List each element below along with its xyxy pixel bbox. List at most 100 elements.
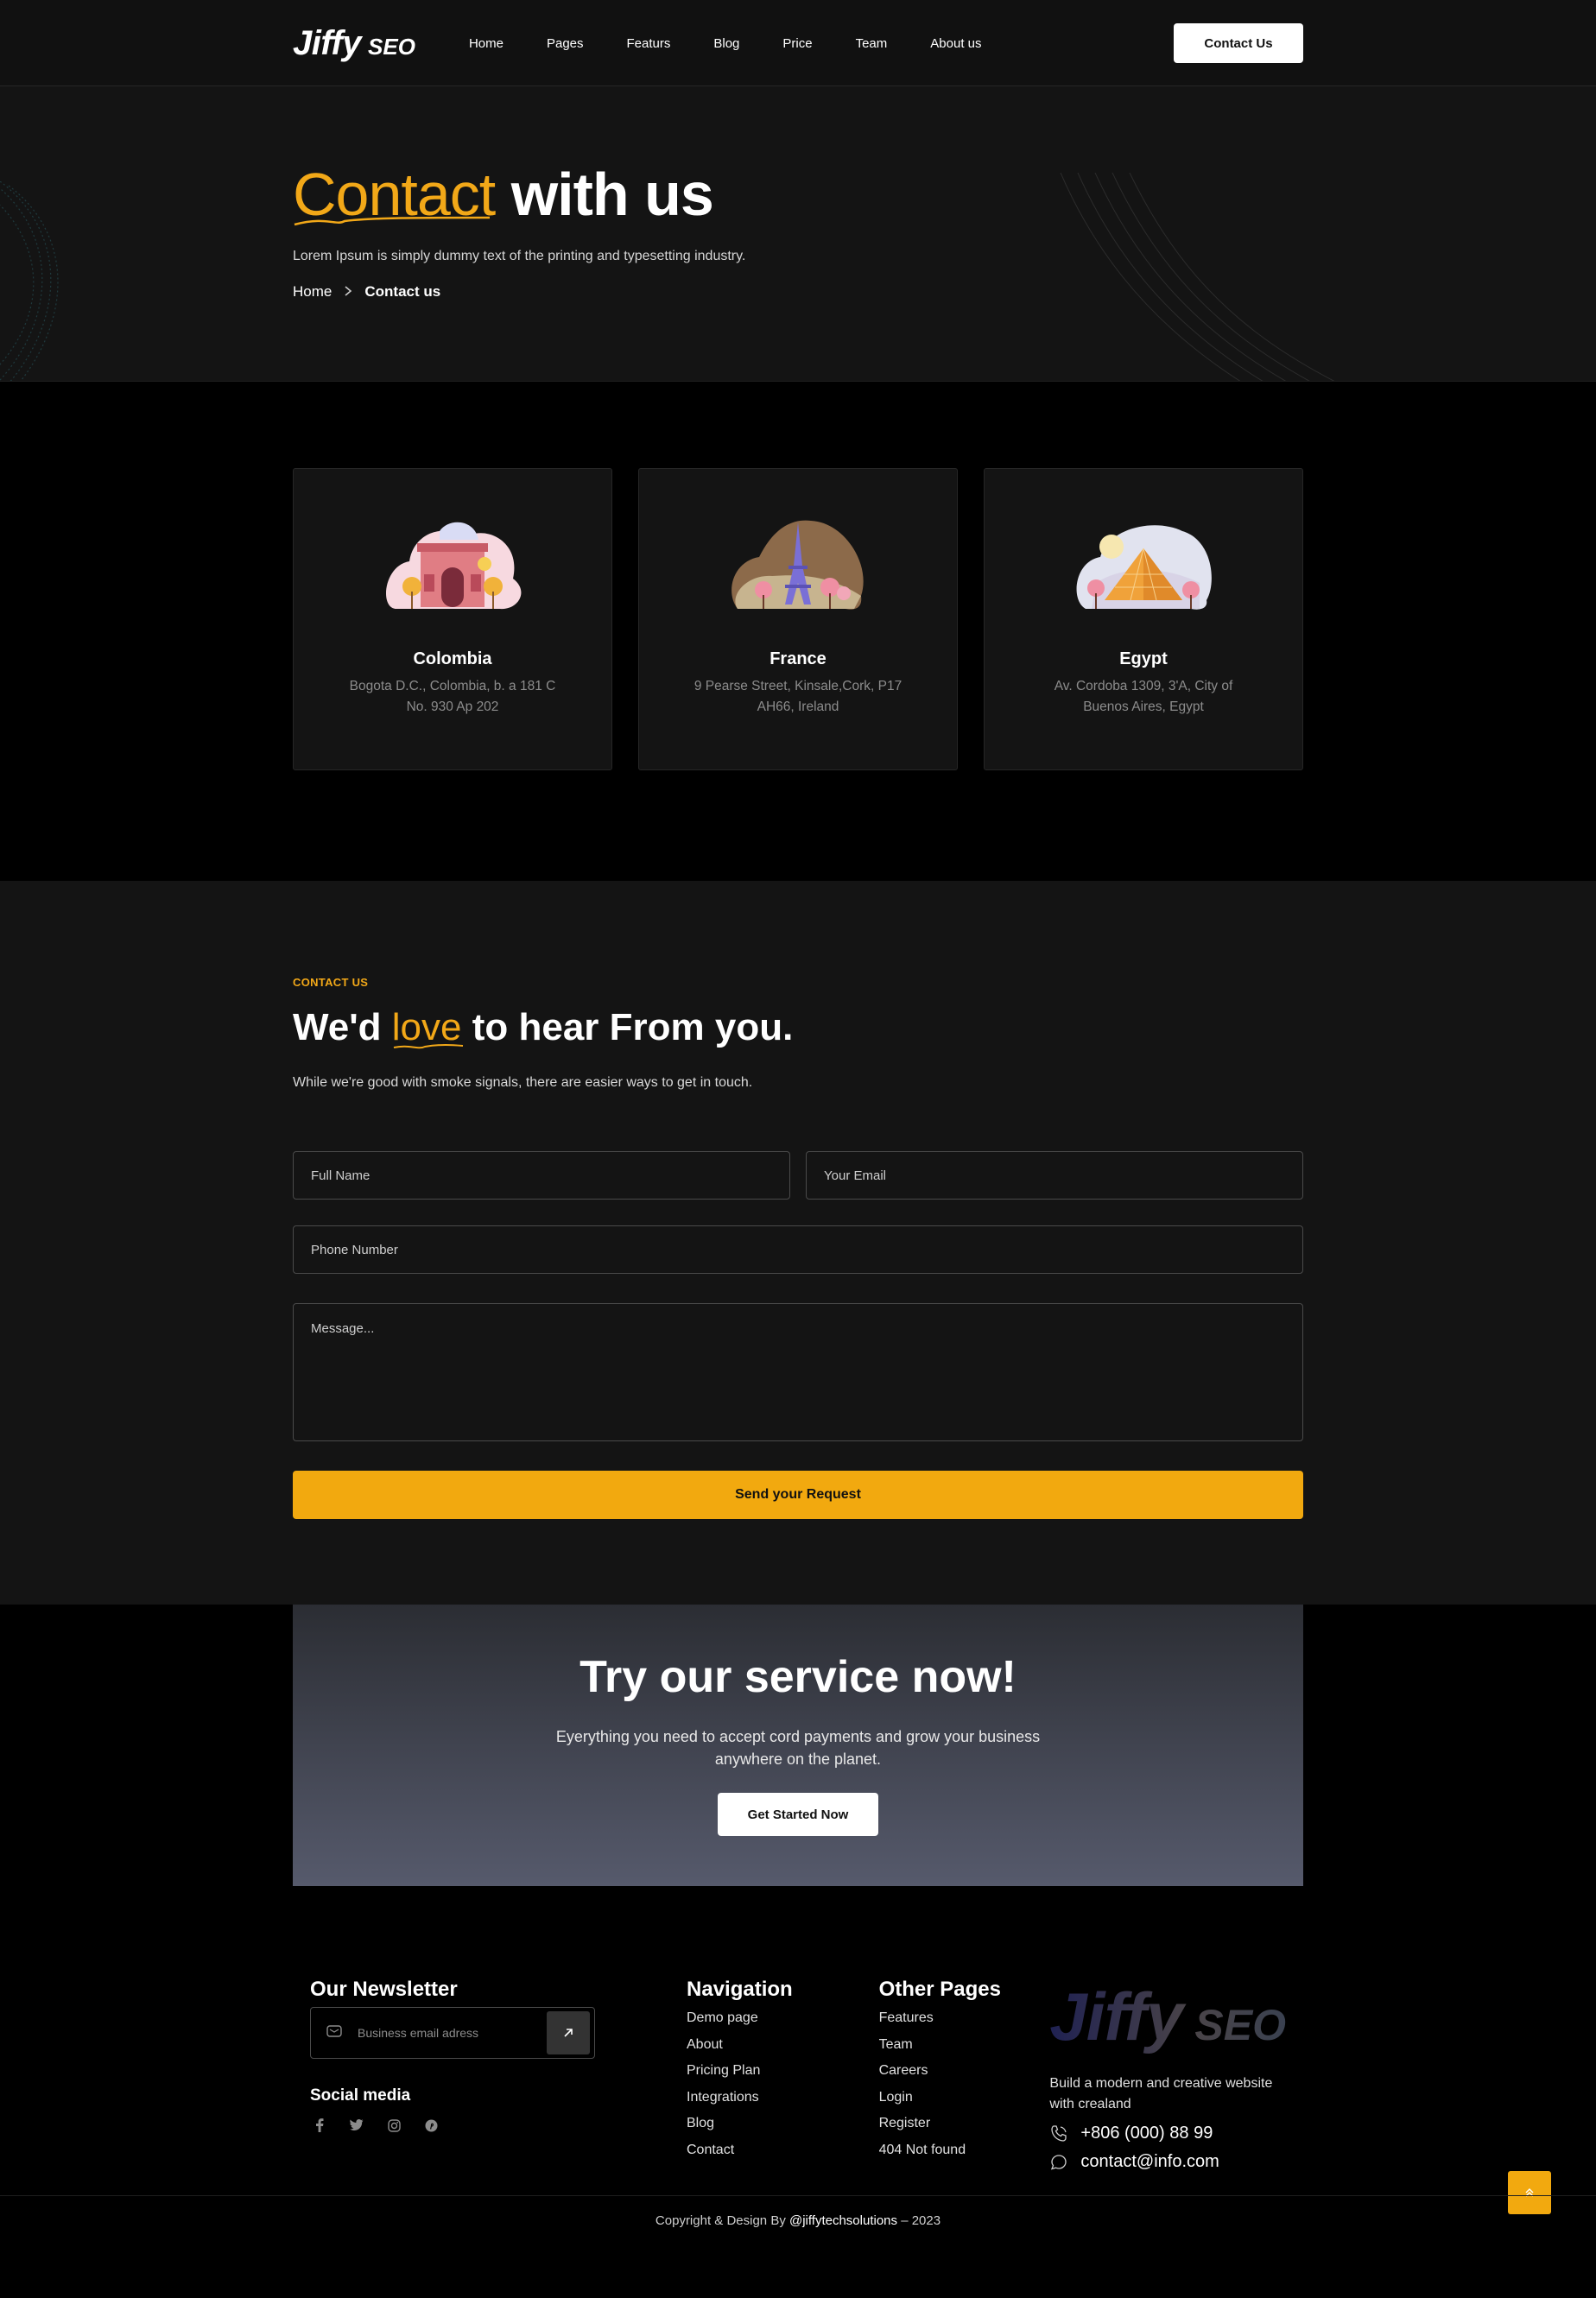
- location-card: Colombia Bogota D.C., Colombia, b. a 181…: [293, 468, 612, 770]
- other-pages-title: Other Pages: [878, 1978, 1001, 2001]
- nav-team[interactable]: Team: [856, 36, 888, 51]
- nav-blog[interactable]: Blog: [713, 36, 739, 51]
- footer-link-careers[interactable]: Careers: [879, 2058, 1050, 2085]
- arrow-up-right-icon: [564, 2029, 573, 2037]
- eiffel-tower-illustration-icon: [732, 520, 864, 610]
- arch-illustration-icon: [386, 522, 522, 610]
- breadcrumb-current: Contact us: [364, 283, 441, 300]
- footer-link-features[interactable]: Features: [879, 2005, 1050, 2032]
- location-country: Colombia: [413, 649, 492, 668]
- logo-sub: SEO: [368, 33, 415, 60]
- email-input[interactable]: [806, 1151, 1303, 1200]
- navigation-links: Demo page About Pricing Plan Integration…: [687, 2005, 879, 2163]
- pyramid-illustration-icon: [1076, 525, 1212, 610]
- message-textarea[interactable]: [293, 1303, 1303, 1441]
- email-address: contact@info.com: [1080, 2152, 1219, 2171]
- contact-title-post: to hear From you.: [472, 1006, 794, 1048]
- cta-banner: Try our service now! Eyerything you need…: [293, 1605, 1303, 1886]
- location-country: France: [770, 649, 826, 668]
- copyright-pre: Copyright & Design By: [655, 2213, 786, 2228]
- title-accent: Contact: [293, 164, 496, 226]
- nav-pages[interactable]: Pages: [547, 36, 584, 51]
- footer-logo-sub: SEO: [1194, 2001, 1286, 2049]
- logo[interactable]: Jiffy SEO: [293, 24, 415, 63]
- footer-link-register[interactable]: Register: [879, 2111, 1050, 2137]
- footer-link-pricing-plan[interactable]: Pricing Plan: [687, 2058, 879, 2085]
- contact-subtitle: While we're good with smoke signals, the…: [293, 1075, 753, 1090]
- decorative-wave-left: [0, 181, 59, 381]
- logo-main: Jiffy: [293, 23, 362, 62]
- footer-link-login[interactable]: Login: [879, 2085, 1050, 2111]
- footer-logo-main: Jiffy: [1049, 1978, 1183, 2054]
- nav-about[interactable]: About us: [930, 36, 981, 51]
- footer-link-contact[interactable]: Contact: [687, 2137, 879, 2164]
- footer-link-about[interactable]: About: [687, 2032, 879, 2059]
- chat-icon: [1051, 2154, 1067, 2169]
- contact-title-pre: We'd: [293, 1006, 382, 1048]
- send-request-button[interactable]: Send your Request: [293, 1471, 1303, 1519]
- brand-column: Jiffy SEO Build a modern and creative we…: [1049, 1978, 1286, 2172]
- squiggle-underline: [294, 216, 491, 226]
- site-footer: Our Newsletter Social media Navigation: [0, 1886, 1596, 2247]
- footer-link-demo-page[interactable]: Demo page: [687, 2005, 879, 2032]
- footer-link-blog[interactable]: Blog: [687, 2111, 879, 2137]
- twitter-icon[interactable]: [347, 2116, 366, 2135]
- hero-subtitle: Lorem Ipsum is simply dummy text of the …: [293, 249, 746, 263]
- copyright-post: – 2023: [901, 2213, 941, 2228]
- page-title: Contact with us: [293, 161, 1303, 228]
- navigation-column: Navigation Demo page About Pricing Plan …: [687, 1978, 879, 2172]
- location-address: Av. Cordoba 1309, 3'A, City of Buenos Ai…: [1054, 679, 1233, 714]
- social-title: Social media: [310, 2086, 411, 2105]
- newsletter-title: Our Newsletter: [310, 1978, 458, 2001]
- location-country: Egypt: [1119, 649, 1168, 668]
- contact-title-accent: love: [392, 1006, 463, 1049]
- locations-section: Colombia Bogota D.C., Colombia, b. a 181…: [0, 382, 1596, 881]
- site-header: Jiffy SEO Home Pages Featurs Blog Price …: [0, 0, 1596, 86]
- navigation-title: Navigation: [687, 1978, 793, 2001]
- cta-section: Try our service now! Eyerything you need…: [0, 1605, 1596, 1886]
- newsletter-submit-button[interactable]: [547, 2011, 590, 2054]
- cta-text: Eyerything you need to accept cord payme…: [555, 1728, 1041, 1768]
- breadcrumb-home[interactable]: Home: [293, 283, 332, 301]
- location-address: Bogota D.C., Colombia, b. a 181 C No. 93…: [349, 679, 556, 714]
- squiggle-underline: [393, 1044, 463, 1049]
- nav-home[interactable]: Home: [469, 36, 504, 51]
- contact-title: We'd love to hear From you.: [293, 1006, 1303, 1049]
- breadcrumb: Home Contact us: [293, 283, 1303, 301]
- footer-link-404[interactable]: 404 Not found: [879, 2137, 1050, 2164]
- other-pages-column: Other Pages Features Team Careers Login …: [879, 1978, 1050, 2172]
- social-links: [310, 2116, 595, 2135]
- phone-number: +806 (000) 88 99: [1080, 2124, 1213, 2143]
- pinterest-icon[interactable]: [421, 2116, 440, 2135]
- nav-price[interactable]: Price: [782, 36, 812, 51]
- phone-input[interactable]: [293, 1225, 1303, 1274]
- other-pages-links: Features Team Careers Login Register 404…: [879, 2005, 1050, 2163]
- location-card: France 9 Pearse Street, Kinsale,Cork, P1…: [638, 468, 958, 770]
- footer-link-integrations[interactable]: Integrations: [687, 2085, 879, 2111]
- copyright-handle[interactable]: @jiffytechsolutions: [789, 2213, 897, 2228]
- copyright-bar: Copyright & Design By @jiffytechsolution…: [0, 2195, 1596, 2247]
- name-email-row: [293, 1151, 1303, 1200]
- contact-phone[interactable]: +806 (000) 88 99: [1049, 2124, 1286, 2143]
- footer-logo[interactable]: Jiffy SEO: [1049, 1978, 1286, 2056]
- main-nav: Home Pages Featurs Blog Price Team About…: [469, 36, 1025, 51]
- mail-icon: [326, 2024, 342, 2042]
- full-name-input[interactable]: [293, 1151, 790, 1200]
- newsletter-form: [310, 2007, 595, 2059]
- cta-title: Try our service now!: [580, 1652, 1016, 1702]
- facebook-icon[interactable]: [310, 2116, 329, 2135]
- newsletter-email-input[interactable]: [358, 2026, 547, 2040]
- location-card: Egypt Av. Cordoba 1309, 3'A, City of Bue…: [984, 468, 1303, 770]
- contact-email[interactable]: contact@info.com: [1049, 2152, 1286, 2172]
- chevron-right-icon: [344, 285, 352, 299]
- header-contact-button[interactable]: Contact Us: [1174, 23, 1303, 63]
- location-address: 9 Pearse Street, Kinsale,Cork, P17 AH66,…: [694, 679, 902, 714]
- instagram-icon[interactable]: [384, 2116, 403, 2135]
- phone-icon: [1051, 2124, 1067, 2142]
- footer-link-team[interactable]: Team: [879, 2032, 1050, 2059]
- section-kicker: CONTACT US: [293, 976, 369, 989]
- get-started-button[interactable]: Get Started Now: [718, 1793, 878, 1836]
- brand-description: Build a modern and creative website with…: [1049, 2076, 1273, 2111]
- title-rest: with us: [510, 161, 714, 228]
- nav-features[interactable]: Featurs: [627, 36, 671, 51]
